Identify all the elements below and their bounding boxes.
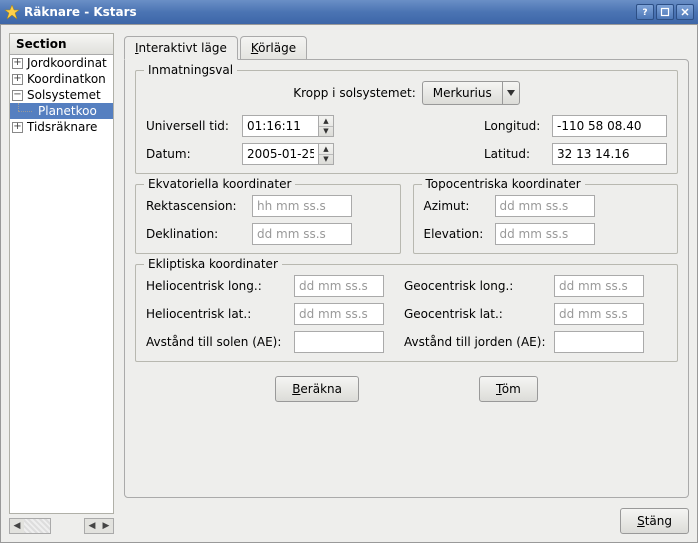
svg-text:?: ? [642,8,647,17]
tree-item-solsystemet[interactable]: − Solsystemet [10,87,113,103]
close-button[interactable] [676,4,694,20]
maximize-button[interactable] [656,4,674,20]
dist-earth-label: Avstånd till jorden (AE): [404,335,548,349]
dec-input[interactable] [252,223,352,245]
dist-earth-input[interactable] [554,331,644,353]
tree-item-tidsraknare[interactable]: + Tidsräknare [10,119,113,135]
tree-item-jordkoordinat[interactable]: + Jordkoordinat [10,55,113,71]
lat-input[interactable] [552,143,667,165]
section-header[interactable]: Section [9,33,114,55]
tree-item-planetkoo[interactable]: Planetkoo [10,103,113,119]
section-tree: + Jordkoordinat + Koordinatkon − Solsyst… [9,55,114,514]
tab-batch[interactable]: Körläge [240,36,307,59]
tree-label: Koordinatkon [27,72,106,86]
tree-label: Planetkoo [38,104,97,118]
expand-icon[interactable]: + [12,74,23,85]
body-label: Kropp i solsystemet: [293,86,416,100]
ra-label: Rektascension: [146,199,246,213]
app-icon [4,4,20,20]
ra-input[interactable] [252,195,352,217]
tree-label: Jordkoordinat [27,56,107,70]
spin-up-icon[interactable]: ▲ [319,116,333,127]
collapse-icon[interactable]: − [12,90,23,101]
group-ecl-legend: Ekliptiska koordinater [144,257,282,271]
spin-down-icon[interactable]: ▼ [319,155,333,165]
ut-input[interactable] [242,115,318,137]
geo-lon-label: Geocentrisk long.: [404,279,548,293]
action-buttons: Beräkna Töm [135,372,678,402]
ut-label: Universell tid: [146,119,236,133]
date-input[interactable] [242,143,318,165]
dec-label: Deklination: [146,227,246,241]
el-input[interactable] [495,223,595,245]
content-area: Interaktivt läge Körläge Inmatningsval K… [124,33,689,534]
geo-lat-input[interactable] [554,303,644,325]
date-label: Datum: [146,147,236,161]
tab-page: Inmatningsval Kropp i solsystemet: Merku… [124,59,689,498]
tabbar: Interaktivt läge Körläge [124,33,689,59]
az-label: Azimut: [424,199,489,213]
date-spin: ▲ ▼ [242,143,334,165]
tab-interactive[interactable]: Interaktivt läge [124,36,238,60]
scroll-left-icon[interactable]: ◀ [10,519,24,533]
dist-sun-label: Avstånd till solen (AE): [146,335,288,349]
help-button[interactable]: ? [636,4,654,20]
helio-lat-input[interactable] [294,303,384,325]
spin-down-icon[interactable]: ▼ [319,127,333,137]
spin-up-icon[interactable]: ▲ [319,144,333,155]
group-equatorial: Ekvatoriella koordinater Rektascension: … [135,184,401,254]
expand-icon[interactable]: + [12,58,23,69]
scroll-left2-icon[interactable]: ◀ [85,519,99,533]
tree-item-koordinatkon[interactable]: + Koordinatkon [10,71,113,87]
az-input[interactable] [495,195,595,217]
group-topocentric: Topocentriska koordinater Azimut: Elevat… [413,184,679,254]
titlebar: Räknare - Kstars ? [0,0,698,24]
scroll-track[interactable] [24,519,50,533]
geo-lat-label: Geocentrisk lat.: [404,307,548,321]
body-combo[interactable]: Merkurius [422,81,520,105]
body-combo-value: Merkurius [422,81,502,105]
dist-sun-input[interactable] [294,331,384,353]
chevron-down-icon[interactable] [502,81,520,105]
group-ecliptic: Ekliptiska koordinater Heliocentrisk lon… [135,264,678,362]
lon-input[interactable] [552,115,667,137]
section-panel: Section + Jordkoordinat + Koordinatkon −… [9,33,114,534]
expand-icon[interactable]: + [12,122,23,133]
group-topo-legend: Topocentriska koordinater [422,177,585,191]
window-title: Räknare - Kstars [24,5,634,19]
group-input: Inmatningsval Kropp i solsystemet: Merku… [135,70,678,174]
ut-spin: ▲ ▼ [242,115,334,137]
clear-button[interactable]: Töm [479,376,538,402]
helio-lat-label: Heliocentrisk lat.: [146,307,288,321]
close-dialog-button[interactable]: Stäng [620,508,689,534]
tree-scrollbar: ◀ ◀ ▶ [9,518,114,534]
geo-lon-input[interactable] [554,275,644,297]
helio-lon-input[interactable] [294,275,384,297]
scroll-right-icon[interactable]: ▶ [99,519,113,533]
group-eq-legend: Ekvatoriella koordinater [144,177,295,191]
calculate-button[interactable]: Beräkna [275,376,359,402]
tree-label: Tidsräknare [27,120,97,134]
group-input-legend: Inmatningsval [144,63,237,77]
helio-lon-label: Heliocentrisk long.: [146,279,288,293]
tree-label: Solsystemet [27,88,101,102]
footer: Stäng [124,498,689,534]
el-label: Elevation: [424,227,489,241]
lon-label: Longitud: [484,119,546,133]
lat-label: Latitud: [484,147,546,161]
